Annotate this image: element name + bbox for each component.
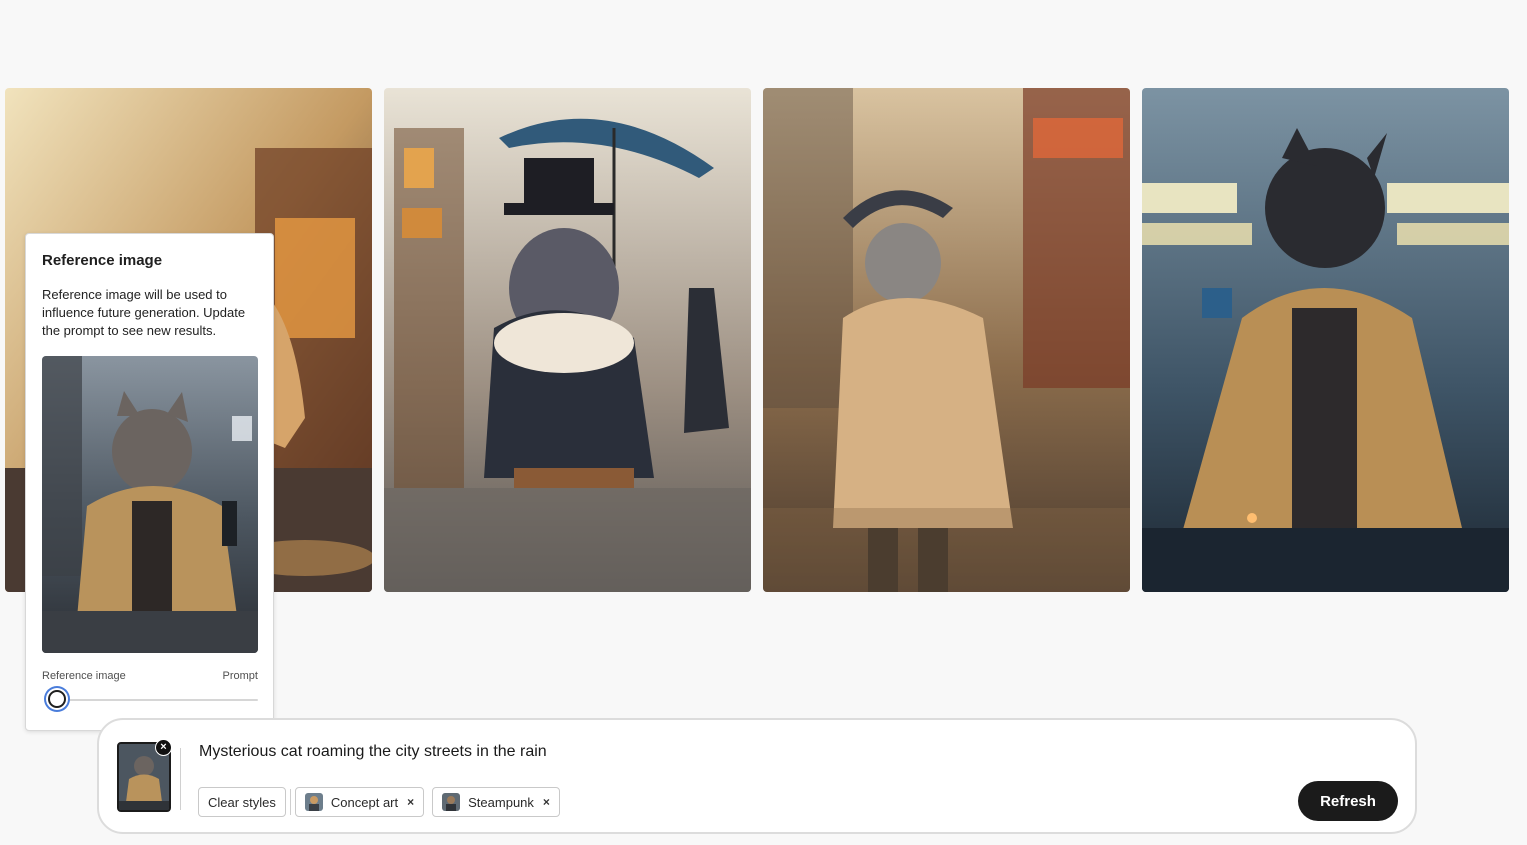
slider-handle[interactable] (48, 690, 67, 708)
concept-art-thumbnail-art (304, 793, 323, 811)
reference-image-preview (42, 356, 258, 653)
remove-reference-image-button[interactable]: × (155, 739, 172, 756)
popover-title: Reference image (42, 252, 163, 269)
style-chips: Clear styles Concept art × Steampunk × (198, 786, 560, 818)
remove-style-icon[interactable]: × (407, 795, 414, 809)
prompt-bar: × Mysterious cat roaming the city street… (97, 718, 1417, 834)
refresh-button[interactable]: Refresh (1298, 781, 1398, 821)
prompt-divider (180, 748, 181, 810)
generated-image-3-art (763, 88, 1130, 592)
style-chip-label: Concept art (330, 794, 399, 810)
steampunk-thumbnail-art (442, 793, 461, 811)
reference-strength-slider[interactable] (48, 690, 258, 708)
style-chip-label: Steampunk (468, 794, 534, 810)
remove-style-icon[interactable]: × (543, 795, 550, 809)
slider-label-reference: Reference image (42, 670, 126, 682)
chip-separator (289, 789, 291, 815)
generated-image-4-art (1142, 88, 1509, 592)
generated-image-2[interactable] (384, 88, 751, 592)
generated-image-3[interactable] (763, 88, 1130, 592)
slider-label-prompt: Prompt (222, 670, 258, 682)
steampunk-thumbnail-icon (442, 793, 461, 811)
reference-image-preview-art (42, 356, 258, 653)
prompt-input[interactable]: Mysterious cat roaming the city streets … (199, 743, 1199, 761)
style-chip-steampunk[interactable]: Steampunk × (432, 787, 560, 817)
clear-styles-label: Clear styles (208, 794, 276, 810)
generated-image-2-art (384, 88, 751, 592)
clear-styles-button[interactable]: Clear styles (198, 787, 286, 817)
concept-art-thumbnail-icon (304, 793, 323, 811)
popover-description: Reference image will be used to influenc… (42, 287, 246, 338)
reference-image-popover: Reference image Reference image will be … (25, 233, 274, 731)
style-chip-concept-art[interactable]: Concept art × (294, 787, 425, 817)
generated-image-4[interactable] (1142, 88, 1509, 592)
